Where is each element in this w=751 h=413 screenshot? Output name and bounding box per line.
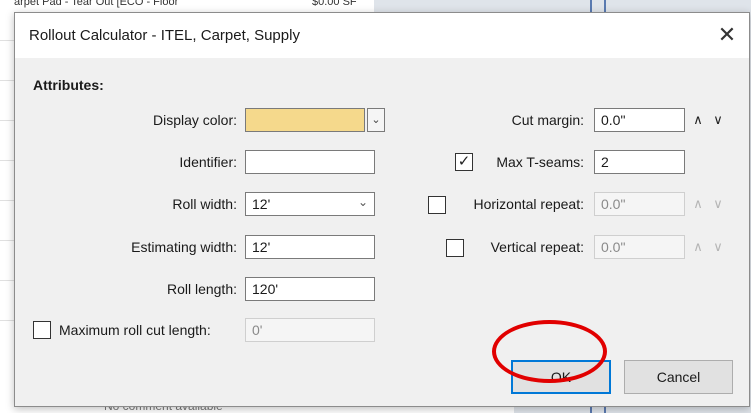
color-dropdown-button[interactable]: ⌄: [367, 108, 385, 132]
max-t-seams-checkbox[interactable]: ✓: [455, 153, 473, 171]
estimating-width-label: Estimating width:: [131, 239, 237, 255]
horizontal-repeat-checkbox[interactable]: [428, 196, 446, 214]
vertical-repeat-checkbox[interactable]: [446, 239, 464, 257]
roll-width-label: Roll width:: [172, 196, 237, 212]
chevron-up-icon[interactable]: ∧: [691, 112, 705, 128]
chevron-down-icon[interactable]: ∨: [711, 239, 725, 255]
max-t-seams-label: Max T-seams:: [496, 154, 584, 170]
display-color-label: Display color:: [152, 112, 237, 128]
vertical-repeat-input[interactable]: [594, 235, 685, 259]
chevron-up-icon[interactable]: ∧: [691, 239, 705, 255]
max-roll-cut-label: Maximum roll cut length:: [59, 322, 211, 338]
roll-length-input[interactable]: [245, 277, 375, 301]
dialog-titlebar[interactable]: Rollout Calculator - ITEL, Carpet, Suppl…: [15, 13, 749, 58]
close-icon[interactable]: ✕: [713, 21, 741, 49]
chevron-down-icon[interactable]: ∨: [711, 112, 725, 128]
identifier-input[interactable]: [245, 150, 375, 174]
max-t-seams-input[interactable]: [594, 150, 685, 174]
chevron-down-icon: ⌄: [357, 195, 368, 209]
background-row-price: $0.00 SF: [312, 0, 357, 8]
identifier-label: Identifier:: [179, 154, 237, 170]
chevron-down-icon[interactable]: ∨: [711, 196, 725, 212]
ok-button[interactable]: OK: [511, 360, 611, 394]
max-roll-cut-checkbox[interactable]: [33, 321, 51, 339]
vertical-repeat-label: Vertical repeat:: [490, 239, 584, 255]
check-icon: ✓: [457, 153, 471, 170]
dialog-content: Attributes: Display color: ⌄ Identifier:…: [15, 58, 749, 406]
horizontal-repeat-label: Horizontal repeat:: [473, 196, 584, 212]
attributes-heading: Attributes:: [33, 77, 104, 93]
background-row-text: arpet Pad - Tear Out [ECO - Floor: [14, 0, 179, 8]
max-roll-cut-input[interactable]: [245, 318, 375, 342]
dialog-title: Rollout Calculator - ITEL, Carpet, Suppl…: [29, 27, 300, 44]
roll-width-select[interactable]: 12' ⌄: [245, 192, 375, 216]
chevron-down-icon: ⌄: [371, 114, 381, 126]
roll-width-value: 12': [252, 196, 271, 212]
cancel-button[interactable]: Cancel: [624, 360, 733, 394]
chevron-up-icon[interactable]: ∧: [691, 196, 705, 212]
horizontal-repeat-input[interactable]: [594, 192, 685, 216]
rollout-calculator-dialog: Rollout Calculator - ITEL, Carpet, Suppl…: [14, 12, 750, 407]
background-list-strip: [0, 0, 15, 413]
display-color-swatch[interactable]: [245, 108, 365, 132]
estimating-width-input[interactable]: [245, 235, 375, 259]
cut-margin-input[interactable]: [594, 108, 685, 132]
roll-length-label: Roll length:: [166, 281, 237, 297]
cut-margin-label: Cut margin:: [511, 112, 584, 128]
